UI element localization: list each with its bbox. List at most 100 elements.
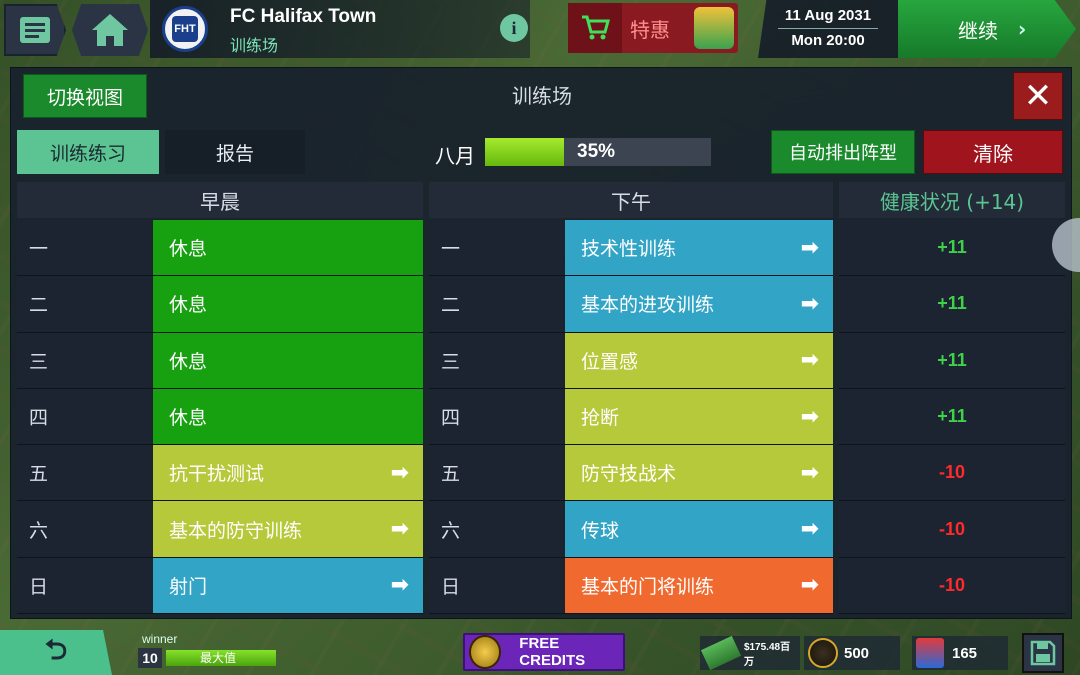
switch-view-button[interactable]: 切换视图 bbox=[23, 74, 147, 118]
day-label: 四 bbox=[17, 388, 151, 445]
drill-label: 基本的进攻训练 bbox=[581, 294, 715, 317]
drill-label: 休息 bbox=[169, 238, 208, 261]
morning-drill[interactable]: 休息 bbox=[153, 220, 423, 276]
drill-label: 技术性训练 bbox=[581, 238, 677, 261]
morning-row: 日射门 ➡ bbox=[17, 557, 423, 615]
current-date: 11 Aug 2031 bbox=[784, 7, 872, 24]
health-row: -10 bbox=[839, 445, 1065, 502]
day-label: 五 bbox=[429, 445, 563, 501]
close-icon[interactable]: ✕ bbox=[1013, 72, 1063, 120]
crest-mark: FHT bbox=[172, 16, 198, 42]
morning-drill[interactable]: 抗干扰测试 ➡ bbox=[153, 445, 423, 501]
cards-display: 165 bbox=[912, 636, 1008, 670]
day-label: 一 bbox=[17, 220, 151, 276]
afternoon-header: 下午 bbox=[429, 182, 833, 218]
back-button[interactable]: ⮌ bbox=[0, 630, 112, 675]
morning-drill[interactable]: 射门 ➡ bbox=[153, 557, 423, 614]
auto-arrange-button[interactable]: 自动排出阵型 bbox=[771, 130, 915, 174]
cash-icon bbox=[700, 635, 741, 671]
health-value: +11 bbox=[839, 276, 1065, 332]
cards-icon bbox=[916, 638, 944, 668]
arrow-right-icon: ➡ bbox=[800, 347, 819, 373]
afternoon-drill[interactable]: 传球 ➡ bbox=[565, 501, 833, 557]
month-progress-bar: 35% bbox=[485, 138, 711, 166]
cash-value: $175.48百万 bbox=[743, 642, 791, 668]
health-value: +11 bbox=[839, 332, 1065, 388]
club-header: FHT FC Halifax Town 训练场 bbox=[150, 0, 530, 58]
day-label: 五 bbox=[17, 445, 151, 501]
drill-label: 抢断 bbox=[581, 407, 620, 430]
drill-label: 休息 bbox=[169, 350, 208, 373]
cash-display: $175.48百万 bbox=[700, 635, 800, 671]
morning-row: 六基本的防守训练 ➡ bbox=[17, 501, 423, 558]
drill-label: 防守技战术 bbox=[581, 463, 677, 486]
panel-title: 训练场 bbox=[512, 84, 572, 108]
afternoon-drill[interactable]: 抢断 ➡ bbox=[565, 388, 833, 445]
day-label: 日 bbox=[17, 557, 151, 614]
tab-training-drills[interactable]: 训练练习 bbox=[17, 130, 159, 174]
morning-drill[interactable]: 休息 bbox=[153, 332, 423, 388]
info-icon[interactable]: i bbox=[500, 14, 528, 42]
afternoon-drill[interactable]: 技术性训练 ➡ bbox=[565, 220, 833, 276]
afternoon-drill[interactable]: 基本的进攻训练 ➡ bbox=[565, 276, 833, 332]
menu-button[interactable] bbox=[4, 4, 66, 56]
health-row: -10 bbox=[839, 557, 1065, 615]
health-row: +11 bbox=[839, 276, 1065, 333]
chevron-right-icon: › bbox=[1018, 17, 1027, 41]
date-divider bbox=[778, 28, 878, 29]
xp-bar: 最大值 bbox=[166, 650, 276, 666]
health-row: +11 bbox=[839, 220, 1065, 277]
club-subtitle: 训练场 bbox=[230, 36, 279, 55]
home-button[interactable] bbox=[72, 4, 148, 56]
cart-icon bbox=[568, 3, 622, 53]
morning-drill[interactable]: 基本的防守训练 ➡ bbox=[153, 501, 423, 557]
morning-row: 五抗干扰测试 ➡ bbox=[17, 445, 423, 502]
gold-display: 500 bbox=[804, 636, 900, 670]
health-value: +11 bbox=[839, 220, 1065, 276]
menu-icon bbox=[20, 17, 50, 43]
arrow-right-icon: ➡ bbox=[800, 516, 819, 542]
arrow-right-icon: ➡ bbox=[390, 460, 409, 486]
arrow-right-icon: ➡ bbox=[800, 404, 819, 430]
drill-label: 休息 bbox=[169, 407, 208, 430]
morning-schedule: 一休息二休息三休息四休息五抗干扰测试 ➡ 六基本的防守训练 ➡ 日射门 ➡ bbox=[17, 220, 423, 615]
day-label: 六 bbox=[429, 501, 563, 557]
free-credits-label: FREE CREDITS bbox=[519, 635, 586, 669]
special-offer-label: 特惠 bbox=[630, 17, 670, 42]
drill-label: 抗干扰测试 bbox=[169, 463, 265, 486]
morning-header: 早晨 bbox=[17, 182, 423, 218]
morning-drill[interactable]: 休息 bbox=[153, 388, 423, 445]
afternoon-row: 二基本的进攻训练 ➡ bbox=[429, 276, 833, 333]
afternoon-drill[interactable]: 防守技战术 ➡ bbox=[565, 445, 833, 501]
tab-report[interactable]: 报告 bbox=[165, 130, 305, 174]
health-row: -10 bbox=[839, 501, 1065, 558]
drill-label: 位置感 bbox=[581, 350, 639, 373]
drill-label: 基本的门将训练 bbox=[581, 575, 715, 598]
morning-row: 一休息 bbox=[17, 220, 423, 277]
health-value: -10 bbox=[839, 557, 1065, 614]
special-offer-button[interactable]: 特惠 bbox=[568, 3, 738, 53]
health-value: +11 bbox=[839, 388, 1065, 445]
club-name: FC Halifax Town bbox=[230, 6, 377, 27]
morning-drill[interactable]: 休息 bbox=[153, 276, 423, 332]
continue-button[interactable]: 继续 › bbox=[898, 0, 1076, 58]
health-row: +11 bbox=[839, 332, 1065, 389]
clear-button[interactable]: 清除 bbox=[923, 130, 1063, 174]
coin-icon bbox=[469, 635, 502, 669]
morning-row: 二休息 bbox=[17, 276, 423, 333]
afternoon-drill[interactable]: 位置感 ➡ bbox=[565, 332, 833, 388]
drill-label: 基本的防守训练 bbox=[169, 519, 303, 542]
player-name: winner bbox=[142, 632, 178, 646]
day-label: 三 bbox=[17, 332, 151, 388]
save-button[interactable] bbox=[1022, 633, 1064, 673]
drill-label: 传球 bbox=[581, 519, 620, 542]
afternoon-drill[interactable]: 基本的门将训练 ➡ bbox=[565, 557, 833, 614]
day-label: 一 bbox=[429, 220, 563, 276]
day-label: 二 bbox=[429, 276, 563, 332]
back-icon: ⮌ bbox=[44, 632, 68, 666]
health-row: +11 bbox=[839, 388, 1065, 446]
arrow-right-icon: ➡ bbox=[800, 291, 819, 317]
arrow-right-icon: ➡ bbox=[800, 235, 819, 261]
free-credits-button[interactable]: FREE CREDITS bbox=[463, 633, 625, 671]
drill-label: 射门 bbox=[169, 575, 208, 598]
